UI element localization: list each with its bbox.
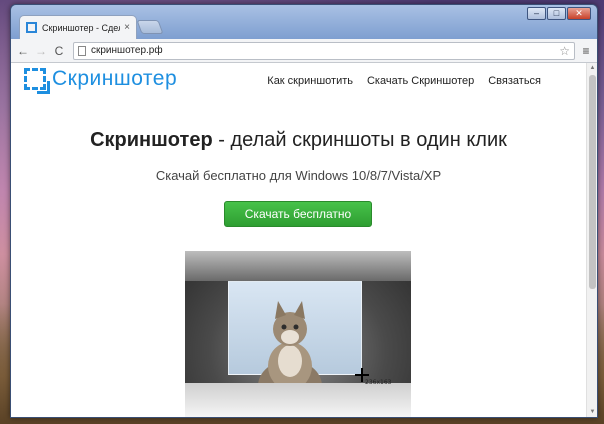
hero-title-rest: - делай скриншоты в один клик <box>212 129 507 151</box>
site-nav: Как скриншотить Скачать Скриншотер Связа… <box>267 75 541 87</box>
nav-link-how-to[interactable]: Как скриншотить <box>267 75 353 87</box>
site-logo[interactable]: Скриншотер <box>24 67 178 94</box>
scroll-down-icon[interactable]: ▼ <box>587 407 597 417</box>
scroll-thumb[interactable] <box>589 75 596 289</box>
forward-button[interactable]: → <box>33 43 49 59</box>
new-tab-button[interactable] <box>136 20 164 34</box>
minimize-button[interactable]: – <box>527 7 546 20</box>
url-text[interactable]: скриншотер.рф <box>91 45 559 56</box>
tab-favicon-icon <box>26 22 37 33</box>
page-scrollbar[interactable]: ▲ ▼ <box>586 63 597 417</box>
window-controls: – □ ✕ <box>527 7 591 20</box>
tab-title: Скриншотер - Сделать ск <box>42 22 120 33</box>
browser-titlebar: Скриншотер - Сделать ск × – □ ✕ <box>11 5 597 39</box>
page-icon <box>78 45 86 56</box>
maximize-button[interactable]: □ <box>547 7 566 20</box>
demo-screenshot-image: 236x163 <box>185 251 411 417</box>
tab-close-icon[interactable]: × <box>124 22 130 33</box>
hero-title-brand: Скриншотер <box>90 129 213 151</box>
selection-size-label: 236x163 <box>365 379 392 386</box>
back-button[interactable]: ← <box>15 43 31 59</box>
page-viewport: Скриншотер Как скриншотить Скачать Скрин… <box>11 63 597 417</box>
browser-toolbar: ← → C скриншотер.рф ☆ ≡ <box>11 39 597 63</box>
hero-subtitle: Скачай бесплатно для Windows 10/8/7/Vist… <box>155 168 442 183</box>
scroll-up-icon[interactable]: ▲ <box>587 63 597 73</box>
close-window-button[interactable]: ✕ <box>567 7 591 20</box>
hero-title: Скриншотер - делай скриншоты в один клик <box>11 129 586 152</box>
browser-window: Скриншотер - Сделать ск × – □ ✕ ← → C ск… <box>10 4 598 418</box>
logo-text: Скриншотер <box>52 67 178 90</box>
address-bar[interactable]: скриншотер.рф ☆ <box>73 41 575 60</box>
snow-ground <box>185 383 411 417</box>
reload-button[interactable]: C <box>51 43 67 59</box>
nav-link-contact[interactable]: Связаться <box>488 75 541 87</box>
bookmark-star-icon[interactable]: ☆ <box>559 44 570 58</box>
nav-link-download[interactable]: Скачать Скриншотер <box>367 75 474 87</box>
demo-background <box>185 251 411 281</box>
download-button[interactable]: Скачать бесплатно <box>224 201 372 227</box>
browser-menu-icon[interactable]: ≡ <box>579 44 593 58</box>
logo-icon <box>24 68 50 94</box>
browser-tab[interactable]: Скриншотер - Сделать ск × <box>19 15 137 39</box>
